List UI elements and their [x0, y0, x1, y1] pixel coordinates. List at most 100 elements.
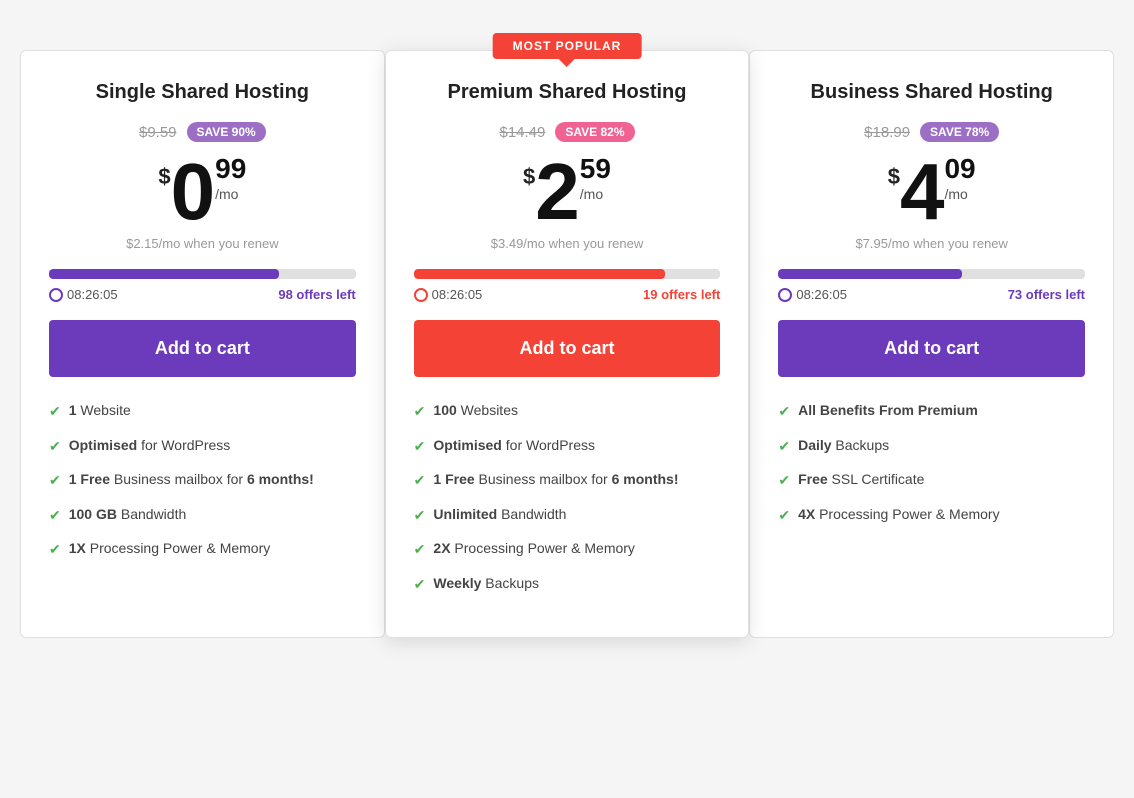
feature-text-single-4: 1X Processing Power & Memory [69, 539, 271, 559]
features-list-business: ✔All Benefits From Premium✔Daily Backups… [778, 401, 1085, 525]
dollar-sign-premium: $ [523, 164, 535, 190]
plan-title-business: Business Shared Hosting [778, 81, 1085, 104]
feature-text-single-2: 1 Free Business mailbox for 6 months! [69, 470, 314, 490]
clock-icon-single [49, 288, 63, 302]
feature-item-premium-4: ✔ 2X Processing Power & Memory [414, 539, 721, 560]
features-list-single: ✔1 Website✔Optimised for WordPress✔1 Fre… [49, 401, 356, 560]
price-main-business: 4 [900, 152, 945, 232]
check-icon-premium-2: ✔ [414, 471, 426, 491]
check-icon-premium-0: ✔ [414, 402, 426, 422]
feature-item-premium-2: ✔1 Free Business mailbox for 6 months! [414, 470, 721, 491]
clock-icon-business [778, 288, 792, 302]
check-icon-single-4: ✔ [49, 540, 61, 560]
progress-bar-container-premium [414, 269, 721, 279]
price-display-single: $ 0 99 /mo [49, 152, 356, 232]
clock-icon-premium [414, 288, 428, 302]
feature-text-single-1: Optimised for WordPress [69, 436, 231, 456]
check-icon-business-2: ✔ [778, 471, 790, 491]
timer-value-business: 08:26:05 [796, 287, 847, 302]
timer-text-single: 08:26:05 [49, 287, 118, 302]
check-icon-premium-3: ✔ [414, 506, 426, 526]
original-price-single: $9.59 [139, 124, 177, 141]
progress-bar-container-business [778, 269, 1085, 279]
save-badge-business: SAVE 78% [920, 122, 999, 142]
offers-count-premium: 19 offers left [643, 287, 720, 302]
per-mo-business: /mo [944, 186, 975, 202]
check-icon-business-1: ✔ [778, 437, 790, 457]
feature-item-single-3: ✔ 100 GB Bandwidth [49, 505, 356, 526]
offers-row-premium: 08:26:05 19 offers left [414, 287, 721, 302]
offers-count-business: 73 offers left [1008, 287, 1085, 302]
offers-count-single: 98 offers left [278, 287, 355, 302]
price-row-business: $18.99 SAVE 78% [778, 122, 1085, 142]
price-row-premium: $14.49 SAVE 82% [414, 122, 721, 142]
save-badge-single: SAVE 90% [187, 122, 266, 142]
price-cents-single: 99 [215, 152, 246, 186]
dollar-sign-business: $ [888, 164, 900, 190]
price-cents-business: 09 [944, 152, 975, 186]
feature-text-business-2: Free SSL Certificate [798, 470, 924, 490]
progress-bar-container-single [49, 269, 356, 279]
features-list-premium: ✔ 100 Websites ✔ Optimised for WordPress ✔1 … [414, 401, 721, 595]
per-mo-single: /mo [215, 186, 246, 202]
price-main-single: 0 [171, 152, 216, 232]
check-icon-single-2: ✔ [49, 471, 61, 491]
price-cents-premium: 59 [580, 152, 611, 186]
feature-item-single-4: ✔ 1X Processing Power & Memory [49, 539, 356, 560]
price-cents-mo-premium: 59 /mo [580, 152, 611, 206]
price-main-premium: 2 [535, 152, 580, 232]
add-to-cart-btn-business[interactable]: Add to cart [778, 320, 1085, 377]
plan-card-business: Business Shared Hosting $18.99 SAVE 78% … [749, 50, 1114, 638]
feature-item-business-0: ✔All Benefits From Premium [778, 401, 1085, 422]
feature-text-premium-5: Weekly Backups [433, 574, 539, 594]
feature-item-business-3: ✔ 4X Processing Power & Memory [778, 505, 1085, 526]
offers-row-business: 08:26:05 73 offers left [778, 287, 1085, 302]
progress-bar-fill-single [49, 269, 279, 279]
add-to-cart-btn-premium[interactable]: Add to cart [414, 320, 721, 377]
feature-text-single-0: 1 Website [69, 401, 131, 421]
feature-item-premium-5: ✔Weekly Backups [414, 574, 721, 595]
check-icon-premium-1: ✔ [414, 437, 426, 457]
feature-text-single-3: 100 GB Bandwidth [69, 505, 187, 525]
timer-value-premium: 08:26:05 [432, 287, 483, 302]
feature-text-premium-3: Unlimited Bandwidth [433, 505, 566, 525]
feature-item-single-2: ✔ 1 Free Business mailbox for 6 months! [49, 470, 356, 491]
renew-price-single: $2.15/mo when you renew [49, 236, 356, 251]
feature-text-premium-4: 2X Processing Power & Memory [433, 539, 635, 559]
feature-item-business-2: ✔ Free SSL Certificate [778, 470, 1085, 491]
feature-item-single-0: ✔ 1 Website [49, 401, 356, 422]
original-price-business: $18.99 [864, 124, 910, 141]
check-icon-business-3: ✔ [778, 506, 790, 526]
most-popular-badge: MOST POPULAR [493, 33, 642, 59]
check-icon-premium-4: ✔ [414, 540, 426, 560]
timer-text-premium: 08:26:05 [414, 287, 483, 302]
feature-text-premium-0: 100 Websites [433, 401, 518, 421]
feature-text-premium-1: Optimised for WordPress [433, 436, 595, 456]
price-display-premium: $ 2 59 /mo [414, 152, 721, 232]
progress-bar-fill-premium [414, 269, 665, 279]
check-icon-single-3: ✔ [49, 506, 61, 526]
dollar-sign-single: $ [158, 164, 170, 190]
price-row-single: $9.59 SAVE 90% [49, 122, 356, 142]
save-badge-premium: SAVE 82% [555, 122, 634, 142]
check-icon-single-0: ✔ [49, 402, 61, 422]
renew-price-business: $7.95/mo when you renew [778, 236, 1085, 251]
timer-value-single: 08:26:05 [67, 287, 118, 302]
feature-item-premium-3: ✔ Unlimited Bandwidth [414, 505, 721, 526]
renew-price-premium: $3.49/mo when you renew [414, 236, 721, 251]
pricing-wrapper: Single Shared Hosting $9.59 SAVE 90% $ 0… [20, 20, 1114, 638]
feature-text-business-1: Daily Backups [798, 436, 889, 456]
per-mo-premium: /mo [580, 186, 611, 202]
feature-item-premium-0: ✔ 100 Websites [414, 401, 721, 422]
add-to-cart-btn-single[interactable]: Add to cart [49, 320, 356, 377]
feature-text-business-0: All Benefits From Premium [798, 401, 978, 421]
feature-text-business-3: 4X Processing Power & Memory [798, 505, 1000, 525]
feature-item-single-1: ✔Optimised for WordPress [49, 436, 356, 457]
feature-item-premium-1: ✔ Optimised for WordPress [414, 436, 721, 457]
price-cents-mo-single: 99 /mo [215, 152, 246, 206]
offers-row-single: 08:26:05 98 offers left [49, 287, 356, 302]
timer-text-business: 08:26:05 [778, 287, 847, 302]
feature-item-business-1: ✔ Daily Backups [778, 436, 1085, 457]
plan-card-single: Single Shared Hosting $9.59 SAVE 90% $ 0… [20, 50, 385, 638]
plan-card-premium: MOST POPULARPremium Shared Hosting $14.4… [385, 50, 750, 638]
